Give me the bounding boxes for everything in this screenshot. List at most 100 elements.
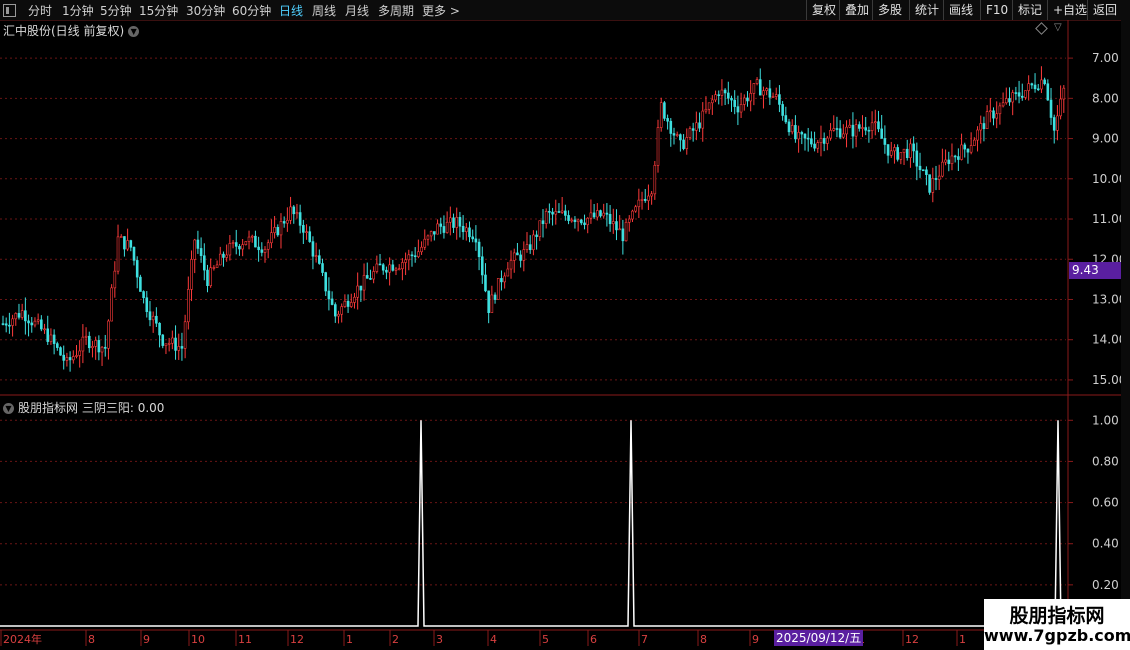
candle-body xyxy=(420,246,423,253)
candle-body xyxy=(925,169,928,175)
candle-body xyxy=(835,128,839,130)
candle-body xyxy=(311,241,315,257)
candle-body xyxy=(675,134,679,136)
candle-body xyxy=(289,206,292,221)
candle-body xyxy=(84,335,88,338)
candle-body xyxy=(557,211,561,213)
candle-body xyxy=(375,263,379,272)
candle-body xyxy=(848,124,852,128)
candle-body xyxy=(832,128,836,131)
candle-body xyxy=(989,110,992,113)
current-price-badge: 9.43 xyxy=(1069,262,1121,279)
candle-body xyxy=(976,129,979,141)
candle-body xyxy=(1024,90,1027,98)
candlestick-chart[interactable]: 15.0014.0013.0012.0011.0010.009.008.007.… xyxy=(0,0,1130,650)
candle-body xyxy=(829,130,832,139)
candle-body xyxy=(771,96,775,98)
candle-body xyxy=(439,223,443,227)
candle-body xyxy=(282,221,286,224)
candle-body xyxy=(611,221,615,225)
candle-body xyxy=(921,169,925,172)
candle-body xyxy=(46,328,50,342)
candle-body xyxy=(123,236,126,250)
candle-body xyxy=(506,268,510,277)
candle-body xyxy=(656,127,660,166)
candle-body xyxy=(257,246,260,251)
candle-body xyxy=(471,236,474,240)
candle-body xyxy=(851,124,855,137)
candle-body xyxy=(97,340,101,353)
candle-body xyxy=(944,159,947,163)
candle-body xyxy=(65,357,69,361)
candle-body xyxy=(781,104,784,116)
candle-body xyxy=(758,79,762,96)
candle-body xyxy=(1004,98,1008,104)
price-tick-label: 9.00 xyxy=(1092,132,1119,146)
indicator-tick-label: 1.00 xyxy=(1092,413,1119,427)
candle-body xyxy=(580,219,583,224)
date-tick-label: 9 xyxy=(752,633,759,646)
candle-body xyxy=(426,235,430,240)
candle-body xyxy=(254,235,257,248)
candle-body xyxy=(78,350,81,356)
candle-body xyxy=(966,148,970,153)
candle-body xyxy=(1052,117,1056,131)
candle-body xyxy=(349,302,353,307)
candle-body xyxy=(452,217,455,228)
candle-body xyxy=(790,125,794,133)
candle-body xyxy=(992,110,995,119)
candle-body xyxy=(52,334,56,344)
indicator-value: 0.00 xyxy=(137,401,165,415)
candle-body xyxy=(602,212,605,217)
candle-body xyxy=(1011,92,1014,103)
candle-body xyxy=(423,238,427,248)
indicator-tick-label: 0.60 xyxy=(1092,496,1119,510)
candle-body xyxy=(627,218,631,223)
candle-body xyxy=(937,175,941,180)
candle-body xyxy=(410,254,414,257)
candle-body xyxy=(477,241,481,258)
candle-body xyxy=(487,290,490,313)
candle-body xyxy=(340,306,343,315)
candle-body xyxy=(30,322,34,326)
candle-body xyxy=(461,225,465,233)
candle-body xyxy=(695,122,698,131)
candle-body xyxy=(899,152,903,160)
candle-body xyxy=(889,150,893,156)
candle-body xyxy=(474,238,478,243)
candle-body xyxy=(302,225,305,233)
candle-body xyxy=(631,210,634,220)
candle-body xyxy=(468,227,471,238)
candle-body xyxy=(691,128,695,131)
candle-body xyxy=(305,231,308,233)
candle-body xyxy=(465,227,468,233)
candle-body xyxy=(1046,83,1050,101)
candle-body xyxy=(1017,92,1021,97)
candle-body xyxy=(931,178,935,193)
candle-body xyxy=(957,156,960,160)
candle-body xyxy=(551,211,554,215)
date-tick-label: 11 xyxy=(238,633,252,646)
candle-body xyxy=(1056,115,1059,131)
candle-body xyxy=(279,221,283,236)
candle-body xyxy=(564,210,567,216)
candle-body xyxy=(295,212,299,215)
candle-body xyxy=(873,121,877,124)
candle-body xyxy=(637,199,641,208)
candle-body xyxy=(953,155,957,158)
candle-body xyxy=(417,251,420,257)
candle-body xyxy=(493,294,497,300)
candle-body xyxy=(905,148,909,158)
price-grid xyxy=(0,20,1121,630)
candle-body xyxy=(909,143,912,158)
candle-body xyxy=(490,294,494,313)
candle-body xyxy=(583,222,586,226)
indicator-title-text: 股朋指标网 三阴三阳: xyxy=(18,401,134,415)
chevron-down-icon[interactable]: ▼ xyxy=(3,403,14,414)
candle-body xyxy=(1049,99,1053,118)
candle-body xyxy=(682,139,685,149)
candle-body xyxy=(148,311,152,321)
candle-body xyxy=(586,217,590,226)
candle-body xyxy=(778,94,781,105)
candle-body xyxy=(883,138,887,145)
